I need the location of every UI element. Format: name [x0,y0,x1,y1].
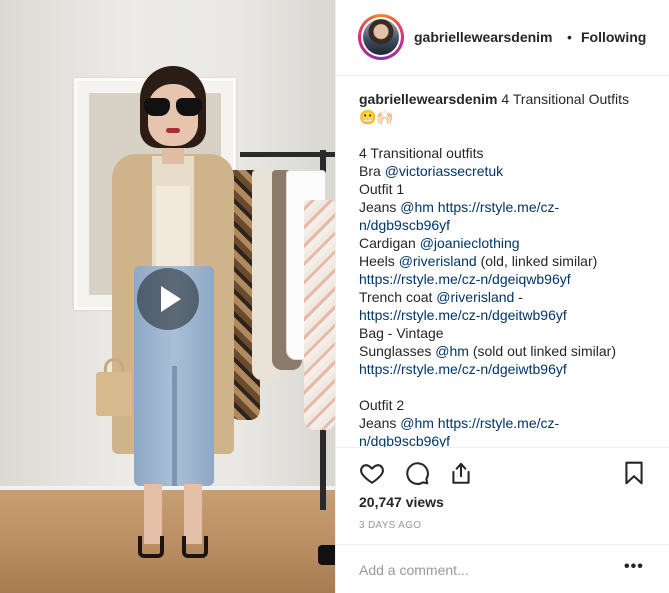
separator-dot: • [567,29,572,45]
url-link[interactable]: https://rstyle.me/cz- [434,199,559,215]
author-username[interactable]: gabriellewearsdenim [414,29,553,45]
caption-text: Heels [359,253,399,269]
handbag [96,372,132,416]
share-icon[interactable] [448,460,474,486]
caption-text: - [514,289,523,305]
caption-heading: 4 Transitional outfits [359,145,484,161]
caption-text: Outfit 2 [359,397,405,413]
comment-bar: ••• [336,544,669,593]
hanging-garment [304,200,335,430]
play-icon[interactable] [137,268,199,330]
post-media-video[interactable] [0,0,335,593]
post-caption: gabriellewearsdenim 4 Transitional Outfi… [359,90,659,447]
mention-link[interactable]: @hm [435,343,469,359]
caption-emoji: 😬🙌🏻 [359,109,394,125]
caption-text: Sunglasses [359,343,436,359]
view-count[interactable]: 20,747 views [359,494,444,510]
post-details-panel: gabriellewearsdenim • Following gabriell… [335,0,669,593]
mention-link[interactable]: @victoriassecretuk [385,163,503,179]
post-date[interactable]: 3 DAYS AGO [359,520,421,531]
avatar[interactable] [363,19,399,55]
url-link[interactable]: https://rstyle.me/cz-n/dgeitwb96yf [359,307,567,323]
following-button[interactable]: Following [581,29,646,45]
caption-text: (sold out linked similar) [468,343,617,359]
caption-text: Bag - Vintage [359,325,444,341]
caption-title: 4 Transitional Outfits [497,91,630,107]
heart-icon[interactable] [359,460,385,486]
mention-link[interactable]: @joanieclothing [420,235,520,251]
more-options-icon[interactable]: ••• [624,558,644,576]
avatar-story-ring[interactable] [358,14,404,60]
caption-author[interactable]: gabriellewearsdenim [359,91,498,107]
caption-text: Cardigan [359,235,420,251]
mention-link[interactable]: @riverisland [399,253,477,269]
mention-link[interactable]: @riverisland [436,289,514,305]
comment-icon[interactable] [404,460,430,486]
caption-text: Bra [359,163,385,179]
url-link[interactable]: https://rstyle.me/cz- [434,415,559,431]
comment-input[interactable] [359,560,619,580]
caption-text: Jeans [359,415,401,431]
caption-text: Trench coat [359,289,437,305]
url-link[interactable]: https://rstyle.me/cz-n/dgeiwtb96yf [359,361,567,377]
caption-text: Outfit 1 [359,181,405,197]
url-link[interactable]: https://rstyle.me/cz-n/dgeiqwb96yf [359,271,571,287]
caption-text: (old, linked similar) [476,253,598,269]
post-header: gabriellewearsdenim • Following [336,0,669,76]
caption-text: Jeans [359,199,401,215]
mention-link[interactable]: @hm [400,415,434,431]
shoe [318,545,335,565]
url-link[interactable]: n/dgb9scb96yf [359,433,450,447]
action-bar [336,447,669,497]
url-link[interactable]: n/dgb9scb96yf [359,217,450,233]
bookmark-icon[interactable] [621,460,647,486]
mention-link[interactable]: @hm [400,199,434,215]
